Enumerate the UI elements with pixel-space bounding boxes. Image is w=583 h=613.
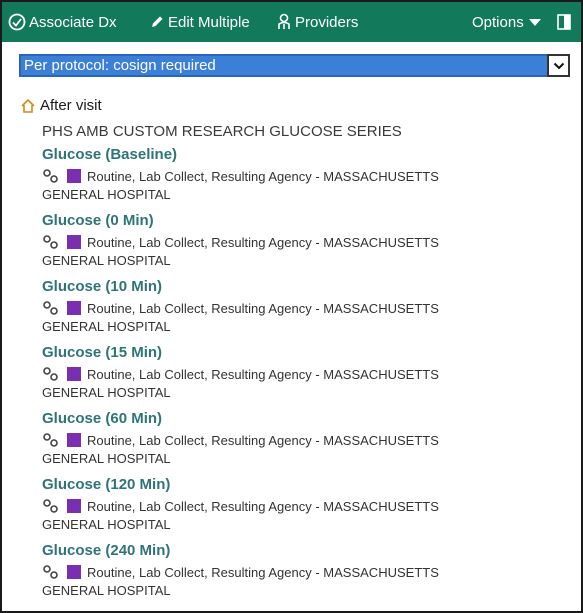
- associate-dx-label: Associate Dx: [29, 13, 117, 31]
- order-details-cont: GENERAL HOSPITAL: [42, 253, 171, 268]
- purple-square-icon: [67, 169, 81, 183]
- order-name[interactable]: Glucose (15 Min): [42, 344, 162, 361]
- protocol-select[interactable]: Per protocol: cosign required: [19, 54, 570, 77]
- linked-rings-icon: [43, 433, 58, 447]
- order-detail-line: Routine, Lab Collect, Resulting Agency -…: [42, 497, 439, 515]
- linked-rings-icon: [43, 169, 58, 183]
- purple-square-icon: [67, 433, 81, 447]
- order-name[interactable]: Glucose (10 Min): [42, 278, 162, 295]
- purple-square-icon: [67, 565, 81, 579]
- edit-multiple-label: Edit Multiple: [168, 13, 250, 31]
- order-details-cont: GENERAL HOSPITAL: [42, 187, 171, 202]
- linked-rings-icon: [43, 301, 58, 315]
- associate-dx-icon: [8, 13, 26, 31]
- pencil-icon: [152, 16, 163, 27]
- linked-rings-icon: [43, 565, 58, 579]
- order-details-cont: GENERAL HOSPITAL: [42, 451, 171, 466]
- order-detail-line: Routine, Lab Collect, Resulting Agency -…: [42, 563, 439, 581]
- associate-dx-button[interactable]: Associate Dx: [8, 2, 117, 42]
- order-details: Routine, Lab Collect, Resulting Agency -…: [87, 366, 439, 382]
- order-details: Routine, Lab Collect, Resulting Agency -…: [87, 432, 439, 448]
- order-name[interactable]: Glucose (Baseline): [42, 146, 177, 163]
- purple-square-icon: [67, 301, 81, 315]
- purple-square-icon: [67, 235, 81, 249]
- order-detail-line: Routine, Lab Collect, Resulting Agency -…: [42, 167, 439, 185]
- order-detail-line: Routine, Lab Collect, Resulting Agency -…: [42, 299, 439, 317]
- caret-down-icon: [528, 19, 541, 26]
- providers-button[interactable]: Providers: [276, 2, 358, 42]
- order-details-cont: GENERAL HOSPITAL: [42, 517, 171, 532]
- order-detail-line: Routine, Lab Collect, Resulting Agency -…: [42, 431, 439, 449]
- order-details: Routine, Lab Collect, Resulting Agency -…: [87, 564, 439, 580]
- chevron-down-icon: [553, 62, 564, 69]
- section-header: After visit: [20, 97, 102, 114]
- providers-label: Providers: [295, 13, 359, 31]
- order-details-cont: GENERAL HOSPITAL: [42, 385, 171, 400]
- order-name[interactable]: Glucose (240 Min): [42, 542, 170, 559]
- purple-square-icon: [67, 499, 81, 513]
- edit-multiple-button[interactable]: Edit Multiple: [149, 2, 250, 42]
- order-detail-line: Routine, Lab Collect, Resulting Agency -…: [42, 365, 439, 383]
- order-details: Routine, Lab Collect, Resulting Agency -…: [87, 168, 439, 184]
- providers-icon: [278, 13, 290, 29]
- home-icon: [21, 98, 35, 113]
- order-detail-line: Routine, Lab Collect, Resulting Agency -…: [42, 233, 439, 251]
- protocol-select-value[interactable]: Per protocol: cosign required: [19, 54, 549, 77]
- purple-square-icon: [67, 367, 81, 381]
- panel-toggle-button[interactable]: [557, 2, 574, 42]
- order-name[interactable]: Glucose (0 Min): [42, 212, 154, 229]
- linked-rings-icon: [43, 499, 58, 513]
- orders-panel: Associate Dx Edit Multiple Providers Opt…: [0, 0, 583, 613]
- toolbar: Associate Dx Edit Multiple Providers Opt…: [2, 2, 581, 42]
- panel-toggle-icon: [557, 14, 571, 30]
- section-label: After visit: [40, 97, 102, 114]
- order-details: Routine, Lab Collect, Resulting Agency -…: [87, 498, 439, 514]
- linked-rings-icon: [43, 235, 58, 249]
- order-details: Routine, Lab Collect, Resulting Agency -…: [87, 300, 439, 316]
- order-name[interactable]: Glucose (120 Min): [42, 476, 170, 493]
- order-details-cont: GENERAL HOSPITAL: [42, 319, 171, 334]
- options-label: Options: [472, 13, 524, 31]
- options-menu[interactable]: Options: [472, 2, 545, 42]
- order-details: Routine, Lab Collect, Resulting Agency -…: [87, 234, 439, 250]
- order-name[interactable]: Glucose (60 Min): [42, 410, 162, 427]
- linked-rings-icon: [43, 367, 58, 381]
- order-details-cont: GENERAL HOSPITAL: [42, 583, 171, 598]
- order-group-title: PHS AMB CUSTOM RESEARCH GLUCOSE SERIES: [42, 123, 402, 140]
- protocol-dropdown-button[interactable]: [547, 54, 570, 77]
